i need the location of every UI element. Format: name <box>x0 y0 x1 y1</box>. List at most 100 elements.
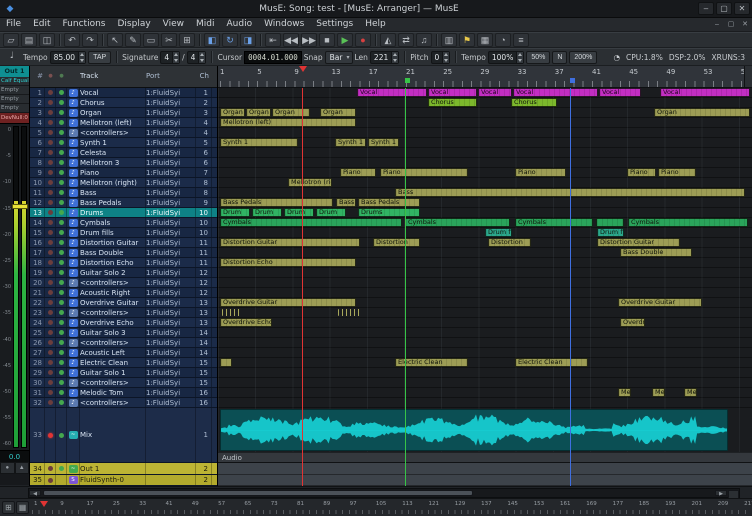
tempo-200-button[interactable]: 200% <box>569 51 597 64</box>
bigtime-window-icon[interactable]: ◔ <box>495 33 511 47</box>
track-port[interactable]: 1:FluidSyi <box>146 258 196 267</box>
part[interactable]: Bass <box>336 198 356 207</box>
part[interactable]: Mellotron (right) <box>288 178 332 187</box>
part[interactable]: Drums <box>358 208 420 217</box>
track-channel[interactable]: 10 <box>196 208 212 217</box>
track-channel[interactable]: 13 <box>196 318 212 327</box>
track-port[interactable]: 1:FluidSyi <box>146 168 196 177</box>
part[interactable]: Synth 1 <box>368 138 399 147</box>
track-channel[interactable]: 12 <box>196 288 212 297</box>
effects-rack-slot[interactable]: Empty <box>0 86 29 95</box>
part[interactable]: Synth 1 <box>335 138 366 147</box>
record-arm-cell[interactable] <box>45 128 56 137</box>
play-icon[interactable]: ▶ <box>337 33 353 47</box>
playhead-ruler-marker[interactable] <box>299 66 307 72</box>
part[interactable]: Cymbals <box>628 218 748 227</box>
part[interactable]: Piano <box>340 168 376 177</box>
track-row[interactable]: 6♪Synth 11:FluidSyi5 <box>30 138 217 148</box>
track-row[interactable]: 4♪Mellotron (left)1:FluidSyi4 <box>30 118 217 128</box>
rewind-start-icon[interactable]: ⇤ <box>265 33 281 47</box>
record-arm-cell[interactable] <box>45 378 56 387</box>
record-arm-cell[interactable] <box>45 108 56 117</box>
redo-icon[interactable]: ↷ <box>82 33 98 47</box>
record-arm-cell[interactable] <box>45 358 56 367</box>
track-on-cell[interactable] <box>56 188 67 197</box>
part[interactable]: Piano <box>380 168 468 177</box>
signature-numerator-spinbox[interactable]: 4 <box>160 51 180 64</box>
track-row[interactable]: 35SFluidSynth-02 <box>30 475 217 486</box>
record-arm-cell[interactable] <box>45 398 56 407</box>
record-arm-cell[interactable] <box>45 318 56 327</box>
track-row[interactable]: 33~Mix1 <box>30 408 217 463</box>
cliplist-window-icon[interactable]: ≡ <box>513 33 529 47</box>
part[interactable]: Vocal <box>428 88 477 97</box>
track-port[interactable]: 1:FluidSyi <box>146 378 196 387</box>
glue-tool-icon[interactable]: ⊞ <box>179 33 195 47</box>
track-row[interactable]: 12♪Bass Pedals1:FluidSyi9 <box>30 198 217 208</box>
tempo-normal-button[interactable]: N <box>552 51 567 64</box>
track-on-cell[interactable] <box>56 408 67 462</box>
track-channel[interactable]: 9 <box>196 198 212 207</box>
track-on-cell[interactable] <box>56 198 67 207</box>
metronome-icon[interactable]: ◭ <box>380 33 396 47</box>
part[interactable] <box>338 309 360 316</box>
menu-functions[interactable]: Functions <box>57 18 112 31</box>
track-port[interactable]: 1:FluidSyi <box>146 398 196 407</box>
track-row[interactable]: 11♪Bass1:FluidSyi8 <box>30 188 217 198</box>
grid-view-button[interactable]: ▦ <box>16 501 29 514</box>
part[interactable]: Drum <box>284 208 314 217</box>
track-row[interactable]: 16♪Distortion Guitar1:FluidSyi11 <box>30 238 217 248</box>
scroll-left-icon[interactable]: ◀ <box>29 490 41 496</box>
track-row[interactable]: 3♪Organ1:FluidSyi3 <box>30 108 217 118</box>
track-on-cell[interactable] <box>56 128 67 137</box>
record-arm-cell[interactable] <box>45 463 56 474</box>
track-row[interactable]: 24♪Overdrive Echo1:FluidSyi13 <box>30 318 217 328</box>
track-row[interactable]: 29♪Guitar Solo 11:FluidSyi15 <box>30 368 217 378</box>
bottom-overview-bar[interactable]: ⊞▦ 1917253341495765738189971051131211291… <box>0 498 752 516</box>
track-channel[interactable]: 1 <box>196 88 212 97</box>
track-on-cell[interactable] <box>56 168 67 177</box>
track-on-cell[interactable] <box>56 218 67 227</box>
tempo-spinbox[interactable]: 85.00 <box>50 51 86 64</box>
track-channel[interactable]: 8 <box>196 188 212 197</box>
track-channel[interactable]: 11 <box>196 238 212 247</box>
global-tempo-spinbox[interactable]: 100% <box>488 51 524 64</box>
part[interactable]: Vocal <box>357 88 427 97</box>
len-spinbox[interactable]: 221 <box>370 51 399 64</box>
mdi-close-icon[interactable]: ✕ <box>738 19 752 30</box>
track-port[interactable]: 1:FluidSyi <box>146 118 196 127</box>
record-arm-cell[interactable] <box>45 288 56 297</box>
track-on-cell[interactable] <box>56 338 67 347</box>
track-row[interactable]: 14♪Cymbals1:FluidSyi10 <box>30 218 217 228</box>
track-channel[interactable]: 2 <box>196 98 212 107</box>
gain-value-display[interactable]: 0.0 <box>0 450 29 462</box>
menu-windows[interactable]: Windows <box>258 18 310 31</box>
part[interactable]: Cymbals <box>405 218 510 227</box>
track-channel[interactable]: 1 <box>196 408 212 462</box>
mdi-minimize-icon[interactable]: – <box>710 19 724 30</box>
output-track-lane[interactable] <box>218 463 752 475</box>
close-icon[interactable]: ✕ <box>734 2 750 15</box>
stop-icon[interactable]: ■ <box>319 33 335 47</box>
track-on-cell[interactable] <box>56 463 67 474</box>
level-meter[interactable]: 0-5-10-15-20-25-30-35-40-45-50-55-60 <box>0 124 29 450</box>
part[interactable]: Drum fills <box>597 228 624 237</box>
track-channel[interactable]: 16 <box>196 388 212 397</box>
track-on-cell[interactable] <box>56 208 67 217</box>
track-row[interactable]: 22♪Overdrive Guitar1:FluidSyi13 <box>30 298 217 308</box>
track-channel[interactable]: 7 <box>196 168 212 177</box>
track-port[interactable] <box>146 463 196 474</box>
track-channel[interactable]: 5 <box>196 138 212 147</box>
eraser-tool-icon[interactable]: ▭ <box>143 33 159 47</box>
part[interactable]: Organ <box>246 108 271 117</box>
record-icon[interactable]: ● <box>355 33 371 47</box>
track-row[interactable]: 25♪Guitar Solo 31:FluidSyi14 <box>30 328 217 338</box>
part[interactable]: Piano <box>627 168 656 177</box>
part[interactable]: Chorus <box>428 98 477 107</box>
part[interactable] <box>220 358 232 367</box>
part[interactable]: Cymbals <box>220 218 402 227</box>
track-port[interactable]: 1:FluidSyi <box>146 368 196 377</box>
part[interactable]: Organ <box>220 108 245 117</box>
part[interactable]: Piano <box>658 168 696 177</box>
track-on-cell[interactable] <box>56 138 67 147</box>
